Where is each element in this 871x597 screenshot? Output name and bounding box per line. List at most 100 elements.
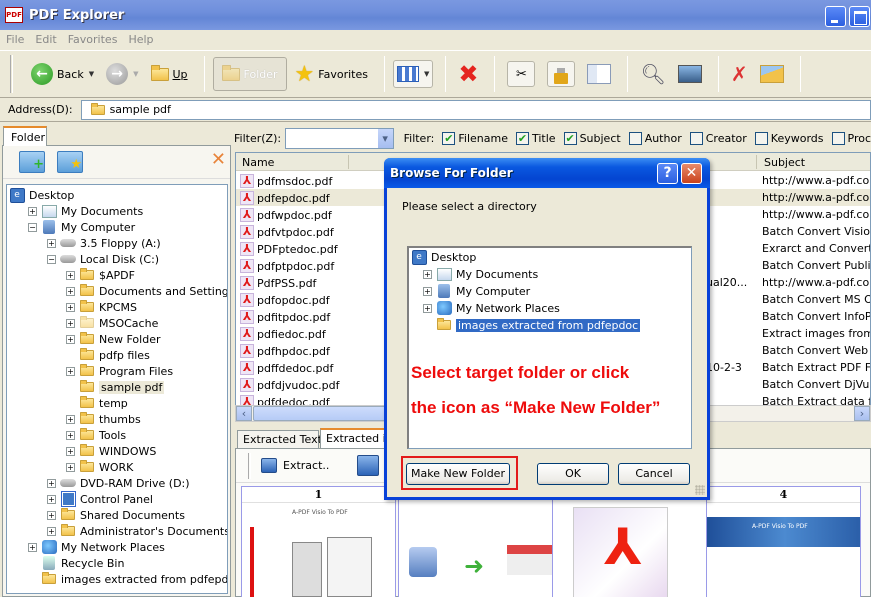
expand-icon[interactable]: + [66,366,75,376]
filter-checkbox-author[interactable]: Author [628,131,682,145]
menu-edit[interactable]: Edit [35,33,56,46]
checkbox-empty[interactable] [754,131,768,145]
toolbar-grip[interactable] [248,452,251,479]
columns-button[interactable] [583,57,615,91]
tree-node[interactable]: images extracted from pdfepdoc [28,571,227,587]
checkmark-icon[interactable]: ✔ [563,131,577,145]
folder-tree[interactable]: e Desktop + My Documents − My Computer +3.5 Fl… [6,184,228,594]
tree-node[interactable]: +3.5 Floppy (A:) [47,235,161,251]
collapse-icon[interactable]: − [47,254,56,264]
make-new-folder-button[interactable]: Make New Folder [406,463,510,485]
tree-node[interactable]: + WINDOWS [66,443,156,459]
ok-button[interactable]: OK [537,463,609,485]
collapse-icon[interactable]: − [28,222,37,232]
tree-node[interactable]: + $APDF [66,267,135,283]
tree-node[interactable]: + My Network Places [28,539,165,555]
column-subject[interactable]: Subject [764,156,805,169]
tree-node[interactable]: Recycle Bin [28,555,124,571]
minimize-button[interactable] [825,6,846,27]
toolbar-grip[interactable] [10,55,13,93]
scroll-left-icon[interactable]: ‹ [236,406,252,421]
thumbnail-4[interactable]: 4 A-PDF Visio To PDF [706,486,861,597]
tree-node[interactable]: e Desktop [411,249,476,265]
tree-node[interactable]: + Administrator's Documents [47,523,227,539]
scroll-right-icon[interactable]: › [854,406,870,421]
expand-icon[interactable]: + [47,238,56,248]
expand-icon[interactable]: + [66,270,75,280]
checkmark-icon[interactable]: ✔ [442,131,456,145]
filter-checkbox-filename[interactable]: ✔ Filename [442,131,508,145]
address-field[interactable]: sample pdf [80,99,871,120]
filter-checkbox-proc[interactable]: Proc [831,131,871,145]
column-separator[interactable] [756,155,757,169]
resize-grip[interactable] [695,485,705,495]
folder-button[interactable]: Folder [212,57,287,91]
tree-node[interactable]: − My Computer [28,219,135,235]
expand-icon[interactable]: + [66,302,75,312]
checkbox-empty[interactable] [689,131,703,145]
image-search-button[interactable] [674,57,706,91]
expand-icon[interactable]: + [47,494,56,504]
expand-icon[interactable]: + [423,286,432,296]
tree-node[interactable]: e Desktop [9,187,74,203]
save-all-icon[interactable] [357,455,380,476]
tree-node[interactable]: + MSOCache [66,315,158,331]
tree-node[interactable]: + Program Files [66,363,173,379]
dialog-close-button[interactable]: ✕ [681,163,702,184]
menu-help[interactable]: Help [128,33,153,46]
filter-checkbox-keywords[interactable]: Keywords [754,131,824,145]
up-button[interactable]: Up [147,57,192,91]
column-name[interactable]: Name [242,156,274,169]
filter-checkbox-creator[interactable]: Creator [689,131,747,145]
favorite-folder-button[interactable]: ★ [57,151,83,173]
tree-node[interactable]: + New Folder [66,331,160,347]
tree-node[interactable]: + My Documents [28,203,143,219]
expand-icon[interactable]: + [66,318,75,328]
checkbox-empty[interactable] [831,131,845,145]
tab-folder[interactable]: Folder [3,126,47,146]
tree-node[interactable]: images extracted from pdfepdoc [423,317,641,333]
expand-icon[interactable]: + [28,542,37,552]
tree-node[interactable]: + DVD-RAM Drive (D:) [47,475,190,491]
email-button[interactable] [756,57,788,91]
view-mode-button[interactable]: ▼ [392,60,434,88]
back-button[interactable]: ← Back ▼ [27,57,98,91]
forward-button[interactable]: → ▼ [102,57,142,91]
expand-icon[interactable]: + [47,510,56,520]
tree-node[interactable]: + My Computer [423,283,530,299]
forward-dropdown-icon[interactable]: ▼ [133,70,138,78]
tree-node[interactable]: + Documents and Settings [66,283,227,299]
tree-node[interactable]: + My Documents [423,266,538,282]
maximize-button[interactable] [849,6,870,27]
tools-button[interactable]: ✗ [727,57,752,91]
menu-file[interactable]: File [6,33,24,46]
menu-favorites[interactable]: Favorites [68,33,118,46]
tree-node[interactable]: + My Network Places [423,300,560,316]
column-separator[interactable] [348,155,349,169]
filter-checkbox-title[interactable]: ✔ Title [515,131,556,145]
properties-button[interactable]: ✂ [503,57,539,91]
tree-node[interactable]: + thumbs [66,411,141,427]
tree-node[interactable]: − Local Disk (C:) [47,251,159,267]
help-button[interactable]: ? [657,163,678,184]
expand-icon[interactable]: + [28,206,37,216]
tab-extracted-text[interactable]: Extracted Text [237,430,322,448]
expand-icon[interactable]: + [423,303,432,313]
close-panel-icon[interactable]: ✕ [211,149,226,170]
expand-icon[interactable]: + [47,526,56,536]
dialog-folder-tree[interactable]: e Desktop + My Documents + My Computer + My Net… [407,246,692,449]
tree-node[interactable]: + WORK [66,459,133,475]
filter-checkbox-subject[interactable]: ✔ Subject [563,131,621,145]
tree-node[interactable]: temp [66,395,128,411]
delete-button[interactable]: ✖ [454,57,482,91]
thumbnail-2[interactable]: ➜ [398,486,553,597]
thumbnail-3[interactable]: ⅄ [552,486,707,597]
tab-extracted-images[interactable]: Extracted im [320,428,390,449]
search-button[interactable]: 🔍︎ [636,57,669,91]
checkbox-empty[interactable] [628,131,642,145]
expand-icon[interactable]: + [423,269,432,279]
filter-combo[interactable] [285,127,394,149]
view-dropdown-icon[interactable]: ▼ [424,70,429,78]
tree-node[interactable]: sample pdf [66,379,165,395]
tree-node[interactable]: + KPCMS [66,299,137,315]
